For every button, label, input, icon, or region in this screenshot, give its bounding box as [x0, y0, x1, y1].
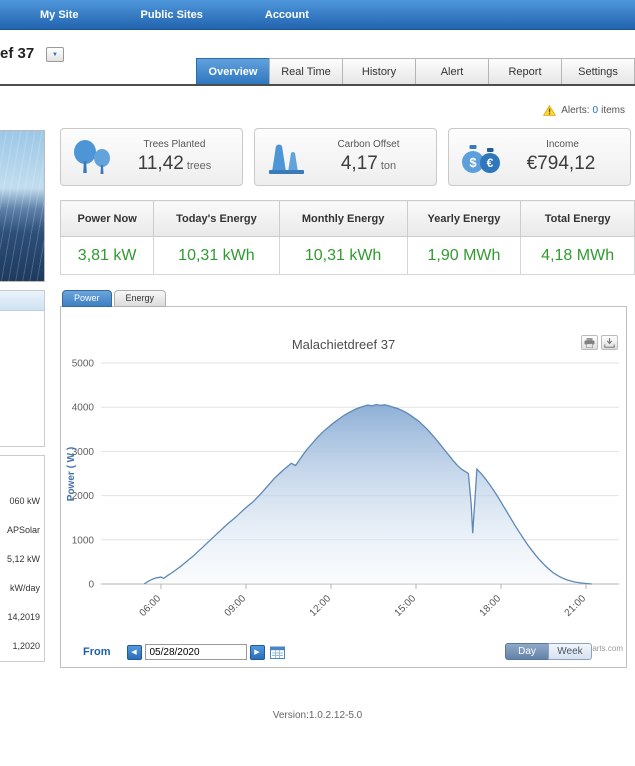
- svg-text:09:00: 09:00: [223, 593, 249, 619]
- left-panel-header: [0, 291, 44, 311]
- tab-overview[interactable]: Overview: [196, 58, 270, 84]
- alerts-row: Alerts: 0 items: [0, 100, 635, 120]
- chart-tab-power[interactable]: Power: [62, 290, 112, 307]
- detail-fragment: 14,2019: [7, 612, 40, 622]
- col-yearly-energy: Yearly Energy: [406, 200, 522, 237]
- svg-text:1000: 1000: [72, 535, 95, 546]
- svg-text:18:00: 18:00: [478, 593, 504, 619]
- site-details-panel-cutoff: 060 kW APSolar 5,12 kW kW/day 14,2019 1,…: [0, 455, 45, 662]
- week-button[interactable]: Week: [548, 643, 592, 660]
- carbon-unit: ton: [380, 160, 397, 172]
- export-chart-button[interactable]: [601, 335, 618, 350]
- next-day-button[interactable]: ▶: [249, 644, 265, 660]
- chevron-left-icon: ◀: [131, 649, 137, 656]
- trees-icon: [69, 139, 115, 175]
- income-label: Income: [546, 139, 579, 150]
- energy-summary-table: Power Now Today's Energy Monthly Energy …: [59, 200, 635, 275]
- detail-fragment: 5,12 kW: [6, 554, 40, 564]
- col-power-now: Power Now: [59, 200, 155, 237]
- energy-table-header-row: Power Now Today's Energy Monthly Energy …: [59, 200, 635, 237]
- svg-text:06:00: 06:00: [138, 593, 164, 619]
- tab-real-time[interactable]: Real Time: [269, 58, 343, 84]
- value-power-now: 3,81 kW: [59, 236, 155, 275]
- date-input[interactable]: [144, 644, 247, 660]
- tab-alert[interactable]: Alert: [415, 58, 489, 84]
- trees-label: Trees Planted: [143, 139, 206, 150]
- chart-tab-strip: Power Energy: [62, 290, 635, 307]
- value-monthly-energy: 10,31 kWh: [278, 236, 408, 275]
- power-chart-panel: Malachietdreef 37 0 1000 2000 3000 4000 5000 0…: [60, 306, 627, 668]
- chart-watermark: arts.com: [592, 644, 623, 653]
- detail-fragment: 060 kW: [9, 496, 40, 506]
- download-icon: [604, 337, 615, 348]
- col-total-energy: Total Energy: [520, 200, 635, 237]
- print-chart-button[interactable]: [581, 335, 598, 350]
- from-label: From: [83, 646, 111, 658]
- card-carbon-offset: Carbon Offset 4,17 ton: [254, 128, 437, 186]
- dollar-glyph: $: [469, 155, 477, 170]
- tab-history[interactable]: History: [342, 58, 416, 84]
- day-button[interactable]: Day: [505, 643, 549, 660]
- version-text: Version:1.0.2.12-5.0: [272, 710, 363, 721]
- calendar-button[interactable]: [269, 646, 285, 659]
- card-trees-planted: Trees Planted 11,42 trees: [60, 128, 243, 186]
- detail-fragment: APSolar: [6, 525, 40, 535]
- warning-icon: [543, 104, 557, 116]
- svg-text:5000: 5000: [72, 359, 95, 370]
- stat-cards-row: Trees Planted 11,42 trees Carbon Offset 4…: [60, 128, 631, 186]
- chart-tab-energy[interactable]: Energy: [113, 290, 167, 307]
- alerts-count[interactable]: 0: [593, 105, 599, 116]
- euro-glyph: €: [487, 156, 494, 170]
- trees-unit: trees: [186, 160, 212, 172]
- power-area-chart: 01000200030004000500006:00 09:00 12:00 15:0…: [66, 359, 619, 619]
- svg-text:Power ( W ): Power ( W ): [66, 447, 77, 501]
- value-todays-energy: 10,31 kWh: [153, 236, 280, 275]
- nav-my-site[interactable]: My Site: [40, 0, 79, 30]
- svg-text:4000: 4000: [72, 403, 95, 414]
- trees-value: 11,42: [137, 153, 184, 174]
- alerts-label: Alerts:: [561, 104, 590, 116]
- header-row: ef 37 ▼ Overview Real Time History Alert…: [0, 30, 635, 86]
- tab-settings[interactable]: Settings: [561, 58, 635, 84]
- carbon-label: Carbon Offset: [337, 139, 400, 150]
- calendar-icon: [269, 646, 285, 659]
- svg-text:12:00: 12:00: [308, 593, 334, 619]
- top-nav-bar: My Site Public Sites Account: [0, 0, 635, 30]
- factory-icon: [263, 139, 309, 175]
- svg-text:15:00: 15:00: [393, 593, 419, 619]
- chart-title: Malachietdreef 37: [291, 337, 396, 352]
- income-value: €794,12: [526, 153, 596, 174]
- col-todays-energy: Today's Energy: [153, 200, 280, 237]
- nav-public-sites[interactable]: Public Sites: [141, 0, 203, 30]
- alerts-suffix: items: [601, 104, 625, 116]
- printer-icon: [584, 337, 595, 348]
- solar-panels-photo: [0, 130, 45, 282]
- svg-text:21:00: 21:00: [563, 593, 589, 619]
- tab-strip: Overview Real Time History Alert Report …: [0, 58, 635, 86]
- left-panel-cutoff: [0, 290, 45, 447]
- detail-fragment: kW/day: [9, 583, 40, 593]
- tab-report[interactable]: Report: [488, 58, 562, 84]
- detail-fragment: 1,2020: [12, 641, 40, 651]
- col-monthly-energy: Monthly Energy: [278, 200, 408, 237]
- value-total-energy: 4,18 MWh: [520, 236, 635, 275]
- carbon-value: 4,17: [340, 153, 378, 174]
- value-yearly-energy: 1,90 MWh: [406, 236, 522, 275]
- card-income: $ € Income €794,12: [448, 128, 631, 186]
- energy-table-value-row: 3,81 kW 10,31 kWh 10,31 kWh 1,90 MWh 4,1…: [59, 236, 635, 275]
- money-bags-icon: $ €: [457, 139, 503, 175]
- chevron-right-icon: ▶: [254, 649, 260, 656]
- chevron-down-icon: ▼: [52, 51, 58, 58]
- prev-day-button[interactable]: ◀: [126, 644, 142, 660]
- nav-account[interactable]: Account: [265, 0, 309, 30]
- range-toggle: Day Week: [505, 643, 592, 660]
- svg-text:0: 0: [88, 580, 94, 591]
